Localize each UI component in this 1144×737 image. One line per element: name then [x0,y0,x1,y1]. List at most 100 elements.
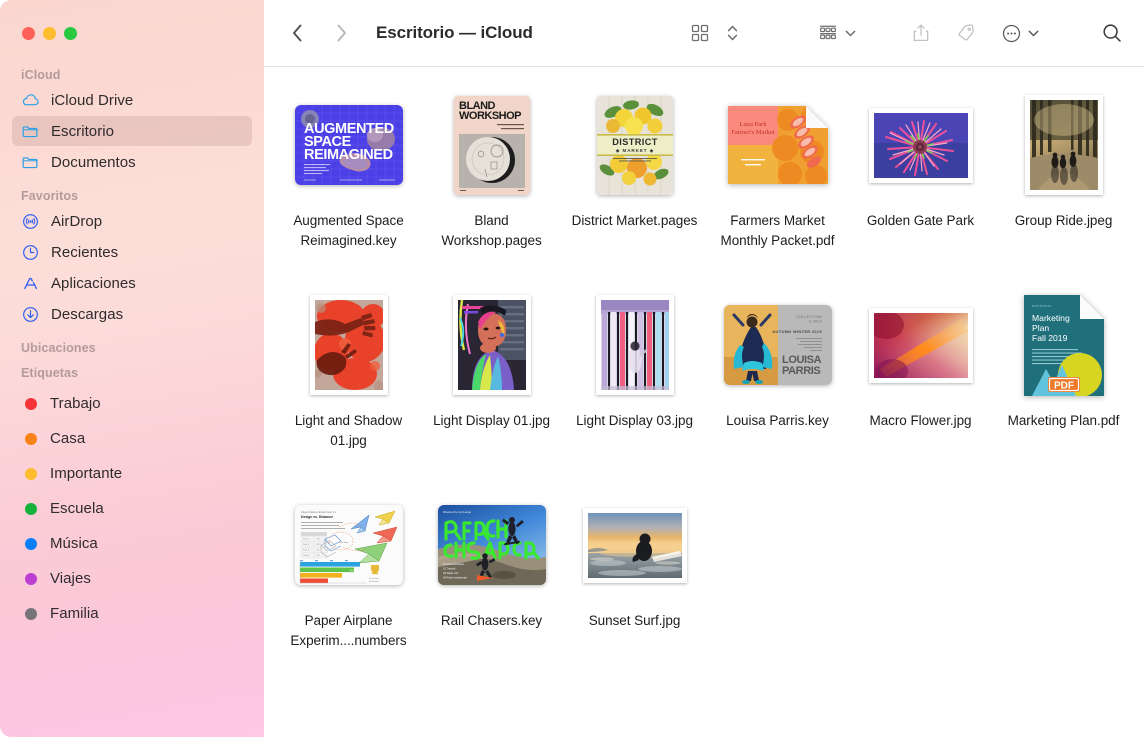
svg-text:Trial 2: Trial 2 [303,543,310,546]
sidebar: iCloud iCloud Drive Escritorio Documento… [0,0,264,737]
file-item[interactable]: PROPOSAL Marketing Plan Fall 2019 [992,281,1135,481]
sidebar-section-etiquetas: Etiquetas [0,366,264,380]
tag-dot-icon [25,538,37,550]
downloads-icon [21,305,40,324]
file-item[interactable]: COLLECTION & 2019 AUTUMN WINTER 2019 LOU… [706,281,849,481]
more-actions-chevron-down-icon[interactable] [1024,18,1042,48]
keynote-thumbnail-louisa: COLLECTION & 2019 AUTUMN WINTER 2019 LOU… [724,305,832,385]
svg-text:Luna Park: Luna Park [739,121,767,128]
sidebar-item-aplicaciones[interactable]: Aplicaciones [12,268,252,298]
file-name: Light Display 03.jpg [566,411,704,431]
file-item[interactable]: Light Display 03.jpg [563,281,706,481]
pages-thumbnail-bland: BLAND WORKSHOP [454,96,530,195]
sidebar-item-descargas[interactable]: Descargas [12,299,252,329]
sidebar-item-recientes[interactable]: Recientes [12,237,252,267]
svg-text:02 Trained: 02 Trained [443,567,456,571]
sidebar-tag-importante[interactable]: Importante [0,456,264,491]
close-button[interactable] [22,27,35,40]
photo-thumbnail-light-display-01 [453,295,531,395]
file-name: Golden Gate Park [852,211,990,231]
file-thumbnail: Paper Airplane Experiment 1.1 Design vs.… [286,489,412,601]
sidebar-tag-casa[interactable]: Casa [0,421,264,456]
svg-text:& 2019: & 2019 [808,320,821,324]
file-name: Bland Workshop.pages [423,211,561,250]
zoom-button[interactable] [64,27,77,40]
file-item[interactable]: AUGMENTED SPACE REIMAGINED [277,81,420,281]
svg-text:01 Documentaries: 01 Documentaries [443,562,465,566]
file-item[interactable]: Group Ride.jpeg [992,81,1135,281]
view-stepper[interactable] [716,18,748,48]
file-item[interactable]: Directed by Jed Lange [420,481,563,681]
tag-dot-icon [25,398,37,410]
sidebar-tag-trabajo[interactable]: Trabajo [0,386,264,421]
photo-thumbnail-group-ride [1025,95,1103,195]
group-by-chevron-down-icon[interactable] [841,18,859,48]
icon-view-button[interactable] [684,18,716,48]
search-button[interactable] [1096,18,1128,48]
file-item[interactable]: DISTRICT ◆ MARKET ◆ District Market.page… [563,81,706,281]
more-actions-button[interactable] [995,18,1027,48]
share-button[interactable] [905,18,937,48]
sidebar-tag-label: Familia [50,605,99,622]
file-name: District Market.pages [566,211,704,231]
file-grid-container: AUGMENTED SPACE REIMAGINED [264,67,1144,737]
sidebar-section-favoritos: Favoritos [0,189,264,203]
file-item[interactable]: Luna Park Farmer's Market [706,81,849,281]
svg-text:COLLECTION: COLLECTION [796,315,822,319]
file-thumbnail [286,289,412,401]
group-controls [812,18,861,48]
clock-icon [21,243,40,262]
svg-text:04 Pride Invitationals: 04 Pride Invitationals [443,576,468,580]
sidebar-tag-label: Viajes [50,570,91,587]
sidebar-item-documentos[interactable]: Documentos [12,147,252,177]
svg-text:Trial 4: Trial 4 [303,554,310,557]
file-item[interactable]: Golden Gate Park [849,81,992,281]
svg-text:Best Distance: Best Distance [350,569,363,572]
sidebar-tag-label: Trabajo [50,395,101,412]
svg-text:Marketing: Marketing [1032,313,1070,323]
svg-text:PARRIS: PARRIS [782,365,820,377]
file-item[interactable]: Light and Shadow 01.jpg [277,281,420,481]
sidebar-item-label: Escritorio [51,123,114,140]
file-thumbnail [1001,89,1127,201]
photo-thumbnail-sunset-surf [583,508,687,583]
file-name: Rail Chasers.key [423,611,561,631]
file-item[interactable]: Sunset Surf.jpg [563,481,706,681]
file-item[interactable]: Light Display 01.jpg [420,281,563,481]
file-name: Marketing Plan.pdf [995,411,1133,431]
sidebar-item-label: Aplicaciones [51,275,136,292]
cloud-icon [21,91,40,110]
group-by-button[interactable] [812,18,844,48]
file-item[interactable]: BLAND WORKSHOP [420,81,563,281]
minimize-button[interactable] [43,27,56,40]
sidebar-group-favoritos: AirDrop Recientes Aplicaciones Descargas [0,206,264,329]
forward-button[interactable] [326,18,356,48]
sidebar-item-escritorio[interactable]: Escritorio [12,116,252,146]
pages-thumbnail-district: DISTRICT ◆ MARKET ◆ [597,96,673,195]
numbers-thumbnail-paper-airplane: Paper Airplane Experiment 1.1 Design vs.… [295,505,403,585]
sidebar-item-label: AirDrop [51,213,102,230]
sidebar-tag-familia[interactable]: Familia [0,596,264,631]
tag-dot-icon [25,608,37,620]
file-item[interactable]: Paper Airplane Experiment 1.1 Design vs.… [277,481,420,681]
file-item[interactable]: Macro Flower.jpg [849,281,992,481]
sidebar-tag-label: Casa [50,430,85,447]
svg-text:◆ MARKET ◆: ◆ MARKET ◆ [614,148,653,153]
main-area: Escritorio — iCloud [264,0,1144,737]
file-name: Sunset Surf.jpg [566,611,704,631]
svg-text:PDF: PDF [1054,380,1074,391]
file-name: Light and Shadow 01.jpg [280,411,418,450]
sidebar-tag-escuela[interactable]: Escuela [0,491,264,526]
sidebar-item-airdrop[interactable]: AirDrop [12,206,252,236]
sidebar-item-icloud-drive[interactable]: iCloud Drive [12,85,252,115]
svg-text:Fold Notes: Fold Notes [339,541,349,544]
svg-text:Directed by Jed Lange: Directed by Jed Lange [443,510,471,514]
sidebar-tag-viajes[interactable]: Viajes [0,561,264,596]
photo-thumbnail-golden-gate [869,108,973,183]
file-thumbnail: PROPOSAL Marketing Plan Fall 2019 [1001,289,1127,401]
svg-text:Farmer's Market: Farmer's Market [731,129,775,136]
back-button[interactable] [282,18,312,48]
sidebar-item-label: Descargas [51,306,123,323]
tag-button[interactable] [950,18,982,48]
sidebar-tag-musica[interactable]: Música [0,526,264,561]
